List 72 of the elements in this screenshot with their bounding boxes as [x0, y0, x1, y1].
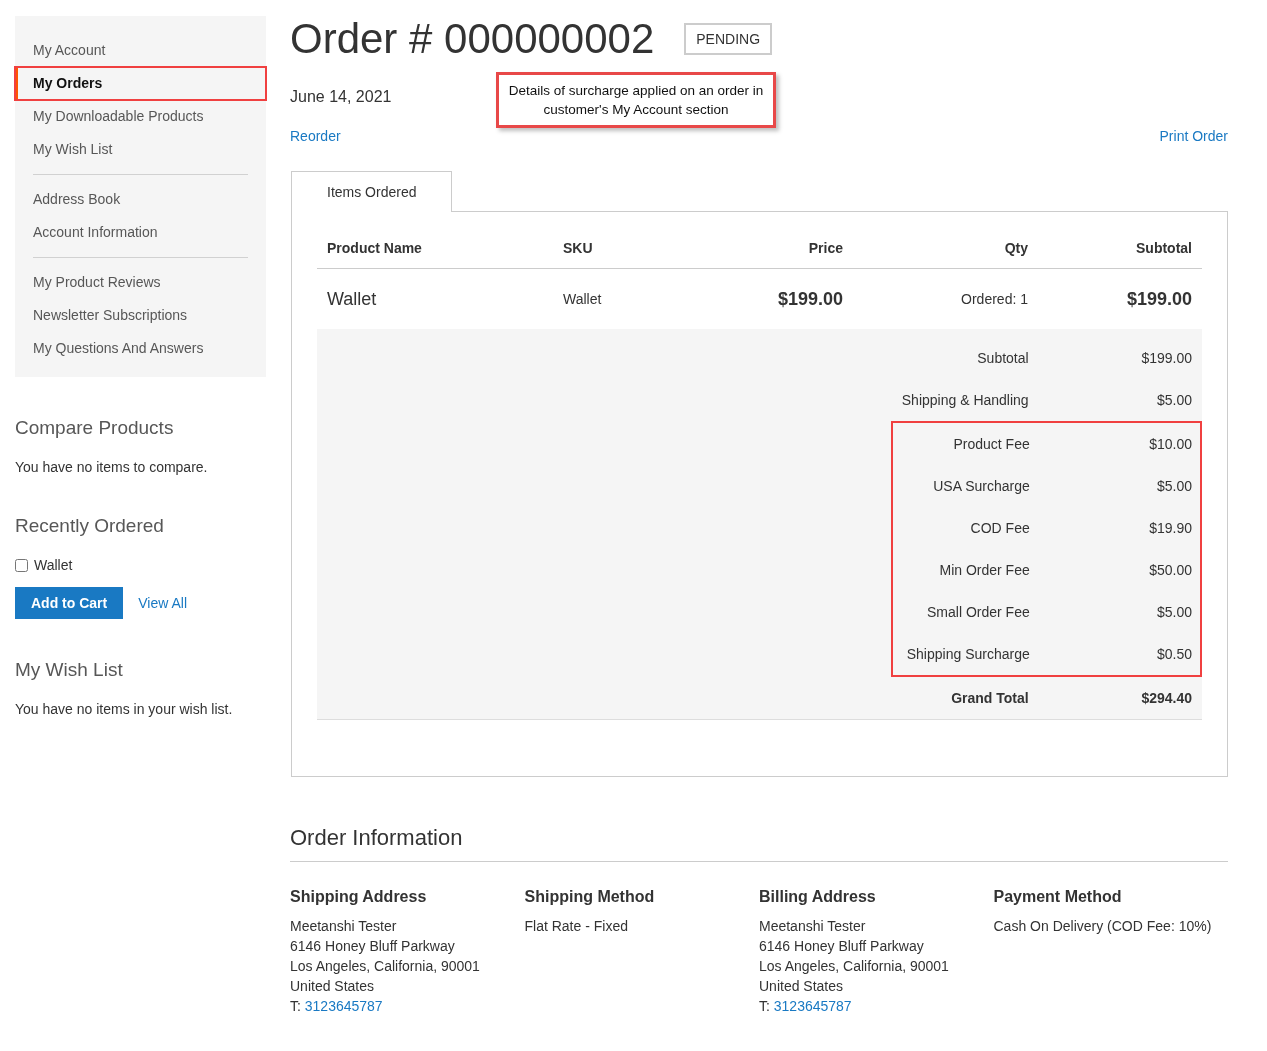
total-label: Min Order Fee — [938, 562, 1030, 578]
view-all-link[interactable]: View All — [138, 595, 187, 611]
order-title: Order # 000000002 — [290, 16, 655, 62]
total-value: $5.00 — [1155, 478, 1192, 494]
total-label: Subtotal — [976, 350, 1029, 366]
phone-prefix: T: — [759, 998, 770, 1014]
nav-item[interactable]: Newsletter Subscriptions — [15, 299, 266, 332]
total-value: $50.00 — [1148, 562, 1192, 578]
info-line: Meetanshi Tester — [759, 917, 867, 936]
total-label: Shipping & Handling — [900, 392, 1029, 408]
info-line: Los Angeles, California, 90001 — [290, 957, 481, 976]
column-header: Product Name — [326, 240, 423, 256]
nav-item[interactable]: My Account — [15, 34, 266, 67]
product-label: Wallet — [34, 557, 73, 573]
empty-message: You have no items in your wish list. — [15, 701, 234, 717]
annotation-callout: Details of surcharge applied on an order in customer's My Account section — [496, 72, 776, 128]
sku-cell-text: Wallet — [563, 291, 603, 307]
section-title: Order Information — [290, 825, 1228, 862]
reorder-link[interactable]: Reorder — [290, 128, 341, 144]
total-value: $5.00 — [1155, 604, 1192, 620]
tab[interactable]: Items Ordered — [291, 171, 453, 212]
total-label: COD Fee — [969, 520, 1030, 536]
nav-item[interactable]: My Downloadable Products — [15, 100, 266, 133]
total-label: USA Surcharge — [932, 478, 1030, 494]
info-line: Flat Rate - Fixed — [524, 917, 629, 936]
qty-cell-text: Ordered: 1 — [960, 291, 1028, 307]
checkbox[interactable] — [15, 558, 28, 572]
total-value: $0.50 — [1155, 646, 1192, 662]
total-value: $5.00 — [1155, 392, 1192, 408]
total-label: Grand Total — [950, 690, 1029, 706]
nav-item[interactable]: My Questions And Answers — [15, 332, 266, 365]
product-name: Wallet — [326, 288, 378, 310]
status-badge: PENDING — [684, 23, 773, 55]
info-line: 6146 Honey Bluff Parkway — [759, 937, 925, 956]
info-heading: Shipping Address — [290, 888, 428, 906]
price-cell-text: $199.00 — [776, 288, 843, 310]
total-value: $294.40 — [1140, 690, 1192, 706]
nav-item[interactable]: My Orders — [15, 67, 266, 100]
total-value: $19.90 — [1148, 520, 1192, 536]
total-value: $199.00 — [1140, 350, 1192, 366]
info-line: Cash On Delivery (COD Fee: 10%) — [993, 917, 1213, 936]
info-line: Meetanshi Tester — [290, 917, 398, 936]
column-header: Qty — [1003, 240, 1028, 256]
total-value: $10.00 — [1148, 436, 1192, 452]
nav-item[interactable]: Address Book — [15, 183, 266, 216]
nav-item[interactable]: My Wish List — [15, 133, 266, 166]
info-heading: Billing Address — [759, 888, 877, 906]
empty-message: You have no items to compare. — [15, 459, 209, 475]
info-line: United States — [290, 977, 376, 996]
total-label: Product Fee — [952, 436, 1030, 452]
info-line: 6146 Honey Bluff Parkway — [290, 937, 456, 956]
info-line: Los Angeles, California, 90001 — [759, 957, 950, 976]
nav-item[interactable]: My Product Reviews — [15, 266, 266, 299]
order-date: June 14, 2021 — [290, 88, 393, 106]
info-heading: Shipping Method — [524, 888, 656, 906]
column-header: SKU — [563, 240, 594, 256]
info-heading: Payment Method — [993, 888, 1123, 906]
block-title: Compare Products — [15, 417, 175, 439]
add-to-cart-button[interactable]: Add to Cart — [15, 587, 124, 619]
total-label: Shipping Surcharge — [905, 646, 1030, 662]
subtotal-cell-text: $199.00 — [1125, 288, 1193, 310]
phone-link[interactable]: 3123645787 — [304, 998, 383, 1014]
phone-prefix: T: — [290, 998, 301, 1014]
nav-item[interactable]: Account Information — [15, 216, 266, 249]
block-title: My Wish List — [15, 659, 124, 681]
info-line: United States — [759, 977, 845, 996]
block-title: Recently Ordered — [15, 515, 165, 537]
column-header: Subtotal — [1135, 240, 1193, 256]
print-order-link[interactable]: Print Order — [1159, 128, 1228, 144]
phone-link[interactable]: 3123645787 — [773, 998, 852, 1014]
column-header: Price — [807, 240, 843, 256]
total-label: Small Order Fee — [926, 604, 1030, 620]
